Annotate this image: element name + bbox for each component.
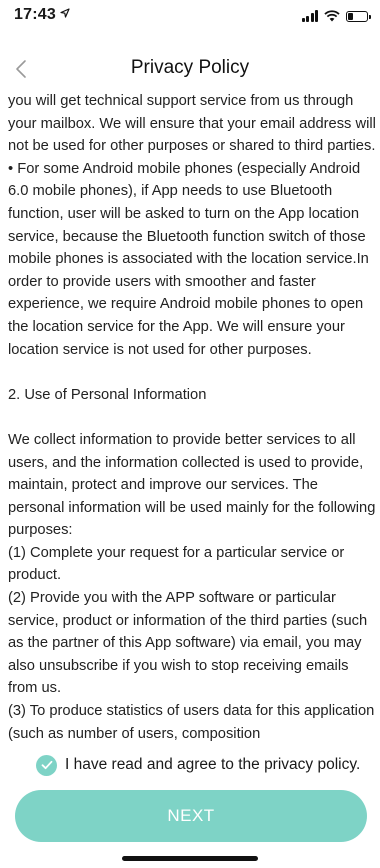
policy-paragraph: We collect information to provide better… <box>8 431 376 742</box>
policy-content[interactable]: you will get technical support service f… <box>8 90 376 757</box>
wifi-icon <box>324 10 340 22</box>
status-indicators <box>301 9 371 23</box>
policy-section-heading: 2. Use of Personal Information <box>8 386 207 403</box>
battery-fill <box>348 12 353 20</box>
agree-label: I have read and agree to the privacy pol… <box>65 756 361 773</box>
next-button[interactable]: NEXT <box>15 790 367 842</box>
nav-bar: Privacy Policy <box>0 52 380 86</box>
agree-checkbox-row[interactable]: I have read and agree to the privacy pol… <box>36 752 360 778</box>
cellular-signal-icon <box>301 10 318 22</box>
checkmark-circle-icon[interactable] <box>36 754 57 776</box>
policy-paragraph: you will get technical support service f… <box>8 93 376 358</box>
page-title: Privacy Policy <box>130 57 250 78</box>
status-time-text: 17:43 <box>14 6 56 23</box>
battery-icon <box>346 10 371 22</box>
status-bar: 17:43 <box>0 0 380 36</box>
home-indicator <box>122 856 258 861</box>
location-arrow-icon <box>60 8 70 18</box>
status-time: 17:43 <box>14 6 70 24</box>
